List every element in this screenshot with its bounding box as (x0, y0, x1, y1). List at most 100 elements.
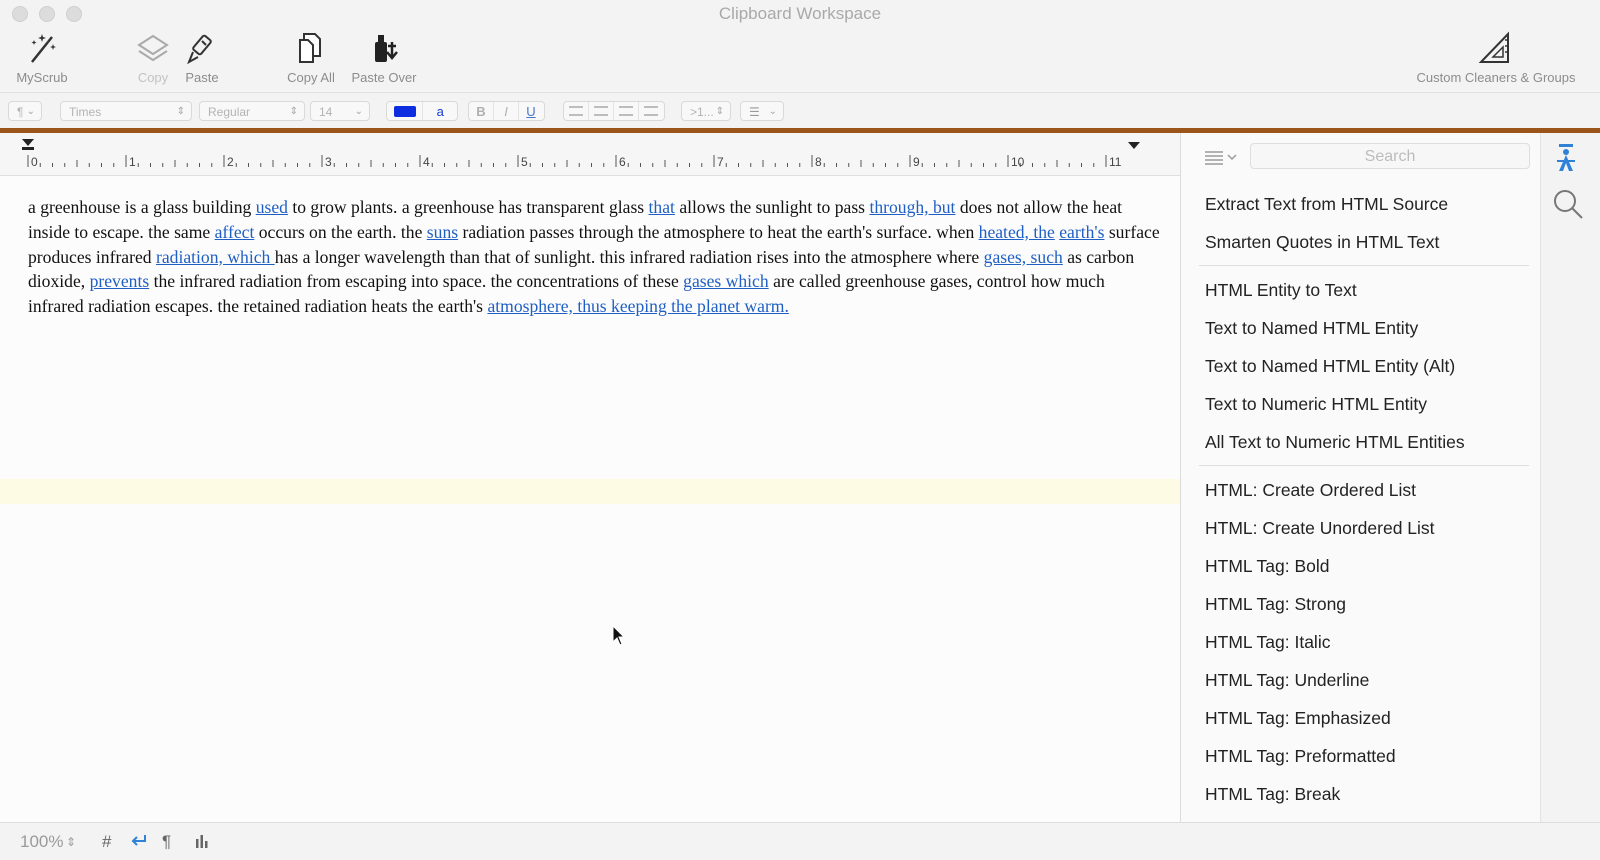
current-line-highlight (0, 479, 1180, 504)
list-style-popup[interactable]: ☰ ⌄ (740, 101, 784, 121)
color-swatch (393, 106, 416, 117)
line-spacing-value: >1... (690, 105, 714, 119)
sidebar-menu-button[interactable] (1203, 147, 1243, 167)
ruler-label: 6 (619, 155, 626, 169)
title-bar: Clipboard Workspace MyScrub Copy Paste C… (0, 0, 1600, 90)
inspector-strip (1540, 133, 1600, 822)
status-bar: 100% ⇕ # ¶ (0, 822, 1600, 860)
magnifier-icon[interactable] (1551, 187, 1585, 221)
ruler-label: 1 (129, 155, 136, 169)
text-editor[interactable]: 0 1 2 3 4 5 6 7 8 9 10 11 a greenhouse is a glass b… (0, 133, 1181, 822)
misspelled-word-link[interactable]: used (256, 197, 288, 217)
zoom-level[interactable]: 100% (20, 832, 63, 852)
bold-button[interactable]: B (469, 102, 494, 120)
right-margin-marker[interactable] (1128, 142, 1140, 149)
list-menu-icon (1205, 151, 1237, 165)
misspelled-word-link[interactable]: atmosphere, thus keeping the planet warm… (487, 296, 788, 316)
misspelled-word-link[interactable]: prevents (90, 271, 150, 291)
text-color-well[interactable] (387, 102, 424, 120)
copy-all-label: Copy All (287, 70, 335, 85)
ruler-triangle-icon (1478, 31, 1509, 63)
ruler-label: 11 (1109, 155, 1122, 169)
cleaner-item[interactable]: Smarten Quotes in HTML Text (1205, 223, 1535, 261)
cleaner-item[interactable]: HTML Tag: Preformatted (1205, 737, 1535, 775)
misspelled-word-link[interactable]: through, but (869, 197, 955, 217)
align-right-icon (619, 106, 633, 116)
person-gauge-icon[interactable] (1553, 143, 1579, 175)
ruler[interactable]: 0 1 2 3 4 5 6 7 8 9 10 11 (0, 133, 1180, 176)
misspelled-word-link[interactable]: that (649, 197, 675, 217)
invisibles-button[interactable]: ¶ (162, 832, 171, 852)
font-size-combo[interactable]: 14 ⌄ (310, 101, 370, 121)
cleaner-item[interactable]: HTML: Create Unordered List (1205, 509, 1535, 547)
misspelled-word-link[interactable]: affect (215, 222, 255, 242)
cleaner-item[interactable]: HTML Tag: Underline (1205, 661, 1535, 699)
stepper-icon: ⇕ (715, 106, 724, 117)
custom-cleaners-button[interactable]: Custom Cleaners & Groups (1402, 30, 1590, 85)
misspelled-word-link[interactable]: earth's (1059, 222, 1104, 242)
chevron-down-icon: ⌄ (768, 106, 777, 117)
ruler-label: 2 (227, 155, 234, 169)
misspelled-word-link[interactable]: gases which (683, 271, 769, 291)
font-size-value: 14 (319, 105, 333, 119)
list-separator (1199, 465, 1529, 466)
ruler-label: 7 (717, 155, 724, 169)
zoom-stepper-icon[interactable]: ⇕ (66, 835, 76, 849)
misspelled-word-link[interactable]: radiation, which (156, 247, 275, 267)
misspelled-word-link[interactable]: gases, such (984, 247, 1063, 267)
paste-button[interactable]: Paste (180, 30, 224, 85)
cleaner-item[interactable]: HTML Tag: Strong (1205, 585, 1535, 623)
cleaner-item[interactable]: HTML Entity to Text (1205, 271, 1535, 309)
ruler-label: 8 (815, 155, 822, 169)
align-center-button[interactable] (589, 102, 614, 120)
left-margin-marker[interactable] (22, 139, 34, 150)
cleaner-item[interactable]: Text to Named HTML Entity (1205, 309, 1535, 347)
justify-button[interactable] (639, 102, 663, 120)
align-left-icon (569, 106, 583, 116)
chevron-down-icon: ⌄ (26, 106, 35, 117)
documents-icon (299, 33, 321, 63)
paragraph-style-popup[interactable]: ¶ ⌄ (8, 101, 42, 121)
paste-over-icon (375, 35, 398, 62)
cleaner-item[interactable]: HTML: Create Ordered List (1205, 471, 1535, 509)
misspelled-word-link[interactable]: suns (427, 222, 458, 242)
line-spacing-popup[interactable]: >1... ⇕ (681, 101, 731, 121)
document-text-run: occurs on the earth. the (254, 221, 427, 242)
document-text-run: the infrared radiation from escaping int… (149, 271, 684, 292)
stats-icon[interactable] (194, 833, 210, 849)
cleaner-item[interactable]: HTML Tag: Emphasized (1205, 699, 1535, 737)
copy-all-button[interactable]: Copy All (282, 30, 340, 85)
magic-wand-icon (31, 34, 56, 63)
font-family-popup[interactable]: Times ⇕ (60, 101, 192, 121)
font-style-popup[interactable]: Regular ⇕ (199, 101, 305, 121)
paste-over-button[interactable]: Paste Over (346, 30, 422, 85)
ruler-label: 5 (521, 155, 528, 169)
window-title: Clipboard Workspace (718, 4, 882, 23)
copy-label: Copy (137, 70, 169, 85)
cleaner-item[interactable]: HTML Tag: Break (1205, 775, 1535, 813)
underline-button[interactable]: U (519, 102, 543, 120)
cleaner-item[interactable]: HTML Tag: Bold (1205, 547, 1535, 585)
cleaner-item[interactable]: Extract Text from HTML Source (1205, 185, 1535, 223)
brush-icon (187, 34, 212, 65)
hash-button[interactable]: # (102, 832, 111, 852)
clipboard-window: Clipboard Workspace MyScrub Copy Paste C… (0, 0, 1600, 860)
document-text-run: a greenhouse is a glass building (28, 197, 256, 217)
format-bar: ¶ ⌄ Times ⇕ Regular ⇕ 14 ⌄ a B I U >1...… (0, 92, 1600, 129)
cleaner-item[interactable]: Text to Numeric HTML Entity (1205, 385, 1535, 423)
alignment-buttons (563, 101, 665, 121)
document-text[interactable]: a greenhouse is a glass building used to… (28, 195, 1160, 319)
myscrub-button[interactable]: MyScrub (12, 30, 72, 85)
wrap-icon[interactable] (130, 833, 148, 849)
italic-button[interactable]: I (494, 102, 519, 120)
cleaner-item[interactable]: All Text to Numeric HTML Entities (1205, 423, 1535, 461)
cleaner-item[interactable]: Text to Named HTML Entity (Alt) (1205, 347, 1535, 385)
misspelled-word-link[interactable]: heated, the (979, 222, 1055, 242)
highlight-color-button[interactable]: a (423, 102, 457, 120)
search-field[interactable]: Search (1250, 143, 1530, 169)
ruler-label: 10 (1011, 155, 1025, 169)
align-left-button[interactable] (564, 102, 589, 120)
copy-button[interactable]: Copy (132, 30, 174, 85)
align-right-button[interactable] (614, 102, 639, 120)
cleaner-item[interactable]: HTML Tag: Italic (1205, 623, 1535, 661)
